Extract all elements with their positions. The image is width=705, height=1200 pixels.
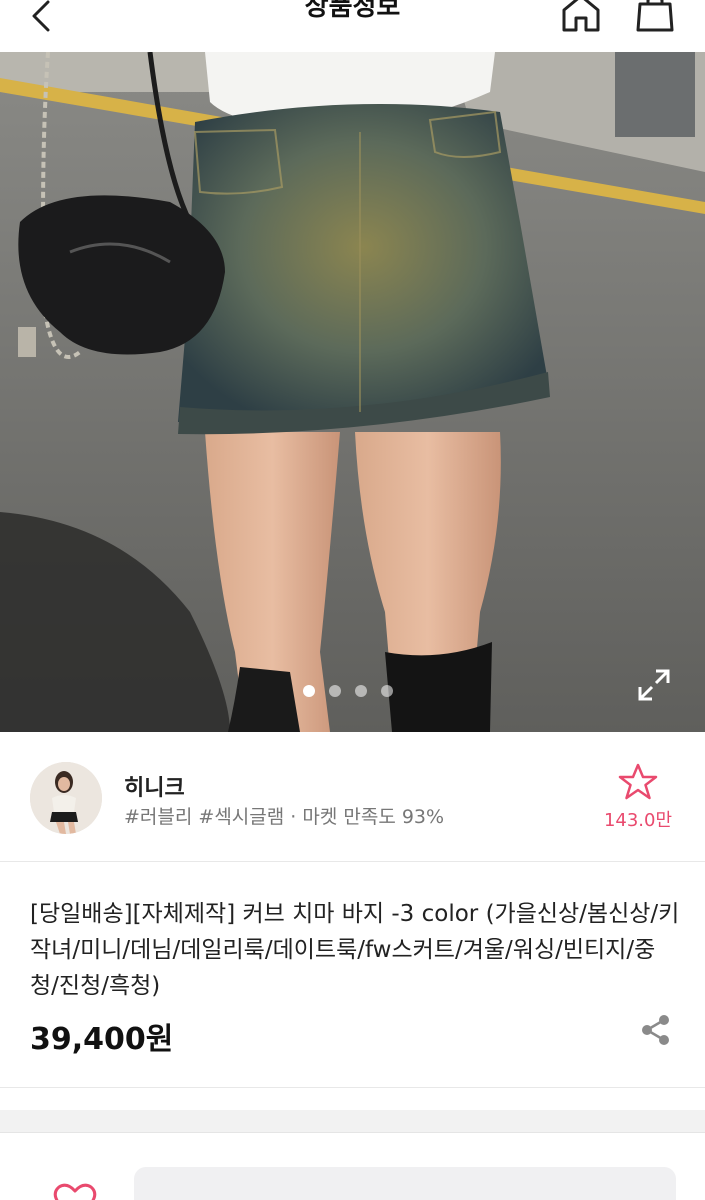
gallery-pagination: [303, 685, 393, 697]
product-info: [당일배송][자체제작] 커브 치마 바지 -3 color (가을신상/봄신상…: [0, 862, 705, 1088]
shopping-bag-icon: [636, 0, 674, 32]
home-button[interactable]: [558, 0, 604, 36]
like-button[interactable]: [52, 1183, 98, 1200]
heart-outline-icon: [53, 1183, 97, 1200]
share-button[interactable]: [638, 1012, 674, 1048]
seller-info[interactable]: 히니크 #러블리 #섹시글램 · 마켓 만족도 93% 143.0만: [0, 732, 705, 862]
seller-avatar[interactable]: [30, 762, 102, 834]
section-divider: [0, 1110, 705, 1132]
expand-icon: [638, 669, 670, 701]
pagination-dot[interactable]: [355, 685, 367, 697]
pagination-dot[interactable]: [329, 685, 341, 697]
pagination-dot[interactable]: [381, 685, 393, 697]
pagination-dot[interactable]: [303, 685, 315, 697]
fullscreen-button[interactable]: [634, 665, 674, 705]
product-photo: [0, 52, 705, 732]
share-icon: [642, 1015, 669, 1045]
product-image-gallery[interactable]: [0, 52, 705, 732]
avatar-photo: [30, 762, 102, 834]
buy-button[interactable]: [134, 1167, 676, 1200]
favorite-store-button[interactable]: 143.0만: [598, 760, 678, 832]
seller-tags: #러블리 #섹시글램 · 마켓 만족도 93%: [124, 806, 445, 828]
cart-button[interactable]: [632, 0, 678, 36]
bottom-action-bar: [0, 1132, 705, 1200]
top-app-bar: 상품정보: [0, 0, 705, 52]
star-outline-icon: [618, 763, 658, 800]
seller-name[interactable]: 히니크: [124, 770, 185, 802]
product-price: 39,400원: [30, 1022, 174, 1057]
home-icon: [562, 0, 600, 32]
product-title: [당일배송][자체제작] 커브 치마 바지 -3 color (가을신상/봄신상…: [30, 901, 680, 999]
favorite-count: 143.0만: [603, 810, 673, 831]
